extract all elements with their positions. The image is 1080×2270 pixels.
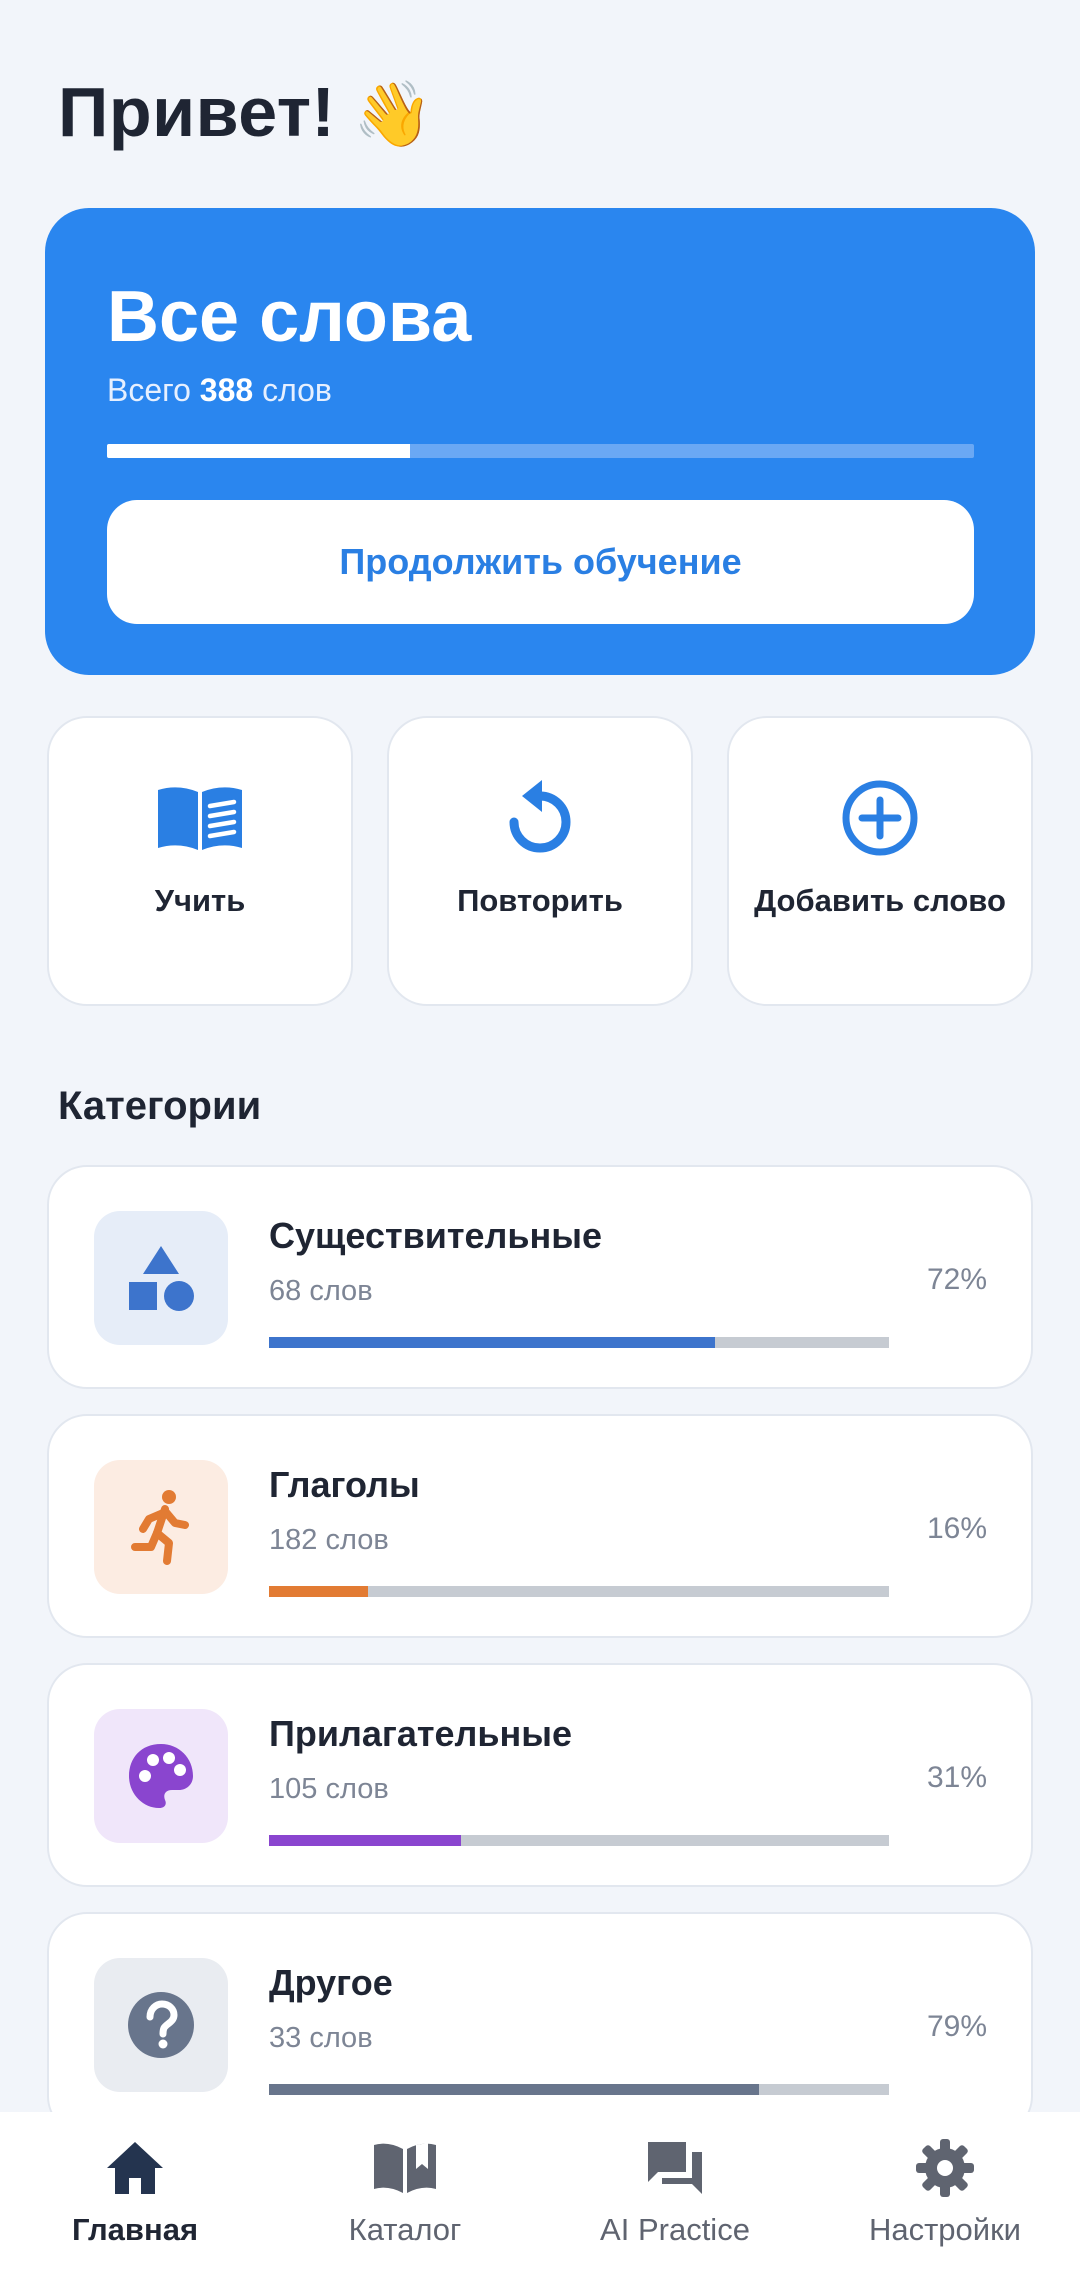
category-adjectives[interactable]: Прилагательные 105 слов 31% xyxy=(47,1663,1033,1887)
subtitle-prefix: Всего xyxy=(107,372,191,408)
bottom-navigation: Главная Каталог AI Practice Настройки xyxy=(0,2112,1080,2270)
help-circle-icon xyxy=(128,1992,194,2058)
greeting-title: Привет! 👋 xyxy=(58,72,434,152)
category-name: Глаголы xyxy=(269,1464,420,1505)
add-word-button[interactable]: Добавить слово xyxy=(727,716,1033,1006)
all-words-card: Все слова Всего 388 слов Продолжить обуч… xyxy=(45,208,1035,675)
category-tile xyxy=(94,1460,228,1594)
category-percent: 72% xyxy=(926,1263,987,1296)
category-tile xyxy=(94,1709,228,1843)
category-percent: 31% xyxy=(926,1761,987,1794)
category-count: 68 слов xyxy=(269,1275,373,1307)
waving-hand-icon: 👋 xyxy=(353,78,434,150)
category-name: Прилагательные xyxy=(269,1713,573,1754)
nav-home[interactable]: Главная xyxy=(0,2112,270,2270)
category-name: Другое xyxy=(269,1962,393,2003)
subtitle-suffix: слов xyxy=(262,372,332,408)
category-tile xyxy=(94,1211,228,1345)
overall-progress-fill xyxy=(107,444,411,458)
category-percent: 16% xyxy=(926,1512,987,1545)
review-button[interactable]: Повторить xyxy=(387,716,693,1006)
category-progress-fill xyxy=(269,1835,462,1846)
categories-heading: Категории xyxy=(58,1084,262,1128)
add-circle-icon xyxy=(832,770,928,866)
greeting-text: Привет! xyxy=(58,73,336,151)
learn-label: Учить xyxy=(154,883,246,918)
nav-label: AI Practice xyxy=(600,2212,750,2247)
quick-actions: Учить Повторить Добавить слово xyxy=(47,716,1033,1008)
category-progress-bar xyxy=(269,2084,889,2095)
category-percent: 79% xyxy=(926,2010,987,2043)
nav-settings[interactable]: Настройки xyxy=(810,2112,1080,2270)
nav-label: Главная xyxy=(71,2212,199,2247)
category-count: 182 слов xyxy=(269,1524,389,1556)
category-count: 105 слов xyxy=(269,1773,389,1805)
all-words-title: Все слова xyxy=(107,277,472,357)
gear-icon xyxy=(911,2134,979,2202)
shapes-icon xyxy=(129,1246,194,1311)
nav-label: Каталог xyxy=(348,2212,462,2247)
catalog-book-icon xyxy=(371,2134,439,2202)
continue-learning-button[interactable]: Продолжить обучение xyxy=(107,500,974,624)
category-other[interactable]: Другое 33 слов 79% xyxy=(47,1912,1033,2136)
category-progress-fill xyxy=(269,1586,369,1597)
nav-catalog[interactable]: Каталог xyxy=(270,2112,540,2270)
category-tile xyxy=(94,1958,228,2092)
category-progress-fill xyxy=(269,1337,716,1348)
category-name: Существительные xyxy=(269,1215,603,1256)
running-person-icon xyxy=(131,1490,189,1565)
nav-ai-practice[interactable]: AI Practice xyxy=(540,2112,810,2270)
replay-icon xyxy=(492,770,588,866)
category-progress-fill xyxy=(269,2084,759,2095)
nav-label: Настройки xyxy=(868,2212,1021,2247)
add-word-label: Добавить слово xyxy=(754,883,1006,918)
open-book-icon xyxy=(152,770,248,866)
category-progress-bar xyxy=(269,1835,889,1846)
all-words-subtitle: Всего 388 слов xyxy=(107,372,332,409)
overall-progress-bar xyxy=(107,444,974,458)
total-count: 388 xyxy=(199,372,254,408)
category-nouns[interactable]: Существительные 68 слов 72% xyxy=(47,1165,1033,1389)
palette-icon xyxy=(129,1744,193,1808)
home-icon xyxy=(101,2134,169,2202)
category-progress-bar xyxy=(269,1586,889,1597)
category-progress-bar xyxy=(269,1337,889,1348)
category-count: 33 слов xyxy=(269,2022,373,2054)
category-verbs[interactable]: Глаголы 182 слов 16% xyxy=(47,1414,1033,1638)
chat-icon xyxy=(641,2134,709,2202)
review-label: Повторить xyxy=(457,883,623,918)
learn-button[interactable]: Учить xyxy=(47,716,353,1006)
